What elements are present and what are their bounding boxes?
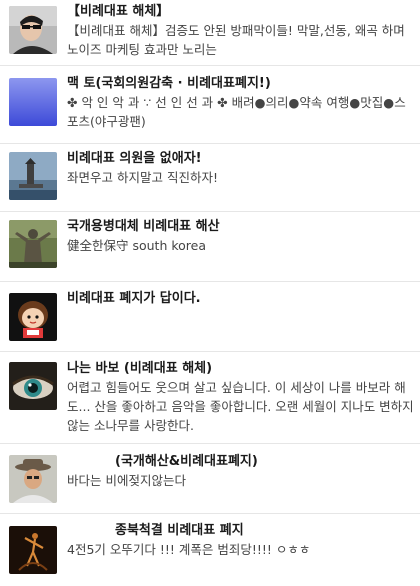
man-portrait-icon[interactable] bbox=[9, 6, 57, 54]
list-item[interactable]: 종북척결 비례대표 폐지 4전5기 오뚜기다 !!! 계폭은 범죄당!!!! ㅇ… bbox=[0, 514, 420, 586]
list-item[interactable]: 맥 토(국회의원감축 · 비례대표폐지!) ✤ 악 인 악 과 ∵ 선 인 선 … bbox=[0, 66, 420, 144]
list-item[interactable]: (국개해산&비례대표폐지) 바다는 비에젖지않는다 bbox=[0, 444, 420, 514]
profile-name[interactable]: 비례대표 폐지가 답이다. bbox=[67, 290, 414, 308]
profile-name-text[interactable]: (국개해산&비례대표폐지) bbox=[115, 454, 258, 469]
profile-bio: 健全한保守 south korea bbox=[67, 238, 207, 253]
profile-name[interactable]: 나는 바보 (비례대표 해체) bbox=[67, 360, 414, 378]
blue-square-icon[interactable] bbox=[9, 78, 57, 126]
profile-bio: ✤ 악 인 악 과 ∵ 선 인 선 과 ✤ 배려●의리●약속 여행●맛집●스포츠… bbox=[67, 95, 406, 129]
profile-name[interactable]: 비례대표 의원을 없애자! bbox=[67, 150, 414, 168]
profile-name[interactable]: (국개해산&비례대표폐지) bbox=[67, 453, 414, 471]
eye-closeup-icon[interactable] bbox=[9, 362, 57, 410]
profile-name[interactable]: 국개용병대체 비례대표 해산 bbox=[67, 218, 414, 236]
profile-bio: 좌면우고 하지말고 직진하자! bbox=[67, 170, 218, 185]
profile-list: 【비례대표 해체】 【비례대표 해체】검증도 안된 방패막이들! 막말,선동, … bbox=[0, 0, 420, 586]
list-item[interactable]: 【비례대표 해체】 【비례대표 해체】검증도 안된 방패막이들! 막말,선동, … bbox=[0, 0, 420, 66]
list-item[interactable]: 비례대표 의원을 없애자! 좌면우고 하지말고 직진하자! bbox=[0, 144, 420, 212]
profile-bio: 4전5기 오뚜기다 !!! 계폭은 범죄당!!!! ㅇㅎㅎ bbox=[67, 542, 311, 557]
profile-name[interactable]: 맥 토(국회의원감축 · 비례대표폐지!) bbox=[67, 75, 414, 93]
list-item[interactable]: 국개용병대체 비례대표 해산 健全한保守 south korea bbox=[0, 212, 420, 282]
profile-name-text[interactable]: 종북척결 비례대표 폐지 bbox=[115, 523, 244, 538]
dancer-silhouette-icon[interactable] bbox=[9, 526, 57, 574]
list-item[interactable]: 비례대표 폐지가 답이다. bbox=[0, 282, 420, 352]
profile-bio: 바다는 비에젖지않는다 bbox=[67, 473, 186, 488]
statue-photo-icon[interactable] bbox=[9, 220, 57, 268]
lighthouse-photo-icon[interactable] bbox=[9, 152, 57, 200]
profile-bio: 【비례대표 해체】검증도 안된 방패막이들! 막말,선동, 왜곡 하며 노이즈 … bbox=[67, 23, 405, 57]
profile-name[interactable]: 종북척결 비례대표 폐지 bbox=[67, 522, 414, 540]
profile-name[interactable]: 【비례대표 해체】 bbox=[67, 3, 414, 21]
cartoon-character-icon[interactable] bbox=[9, 293, 57, 341]
man-with-hat-icon[interactable] bbox=[9, 455, 57, 503]
list-item[interactable]: 나는 바보 (비례대표 해체) 어렵고 힘들어도 웃으며 살고 싶습니다. 이 … bbox=[0, 352, 420, 444]
profile-bio: 어렵고 힘들어도 웃으며 살고 싶습니다. 이 세상이 나를 바보라 해도...… bbox=[67, 380, 414, 433]
